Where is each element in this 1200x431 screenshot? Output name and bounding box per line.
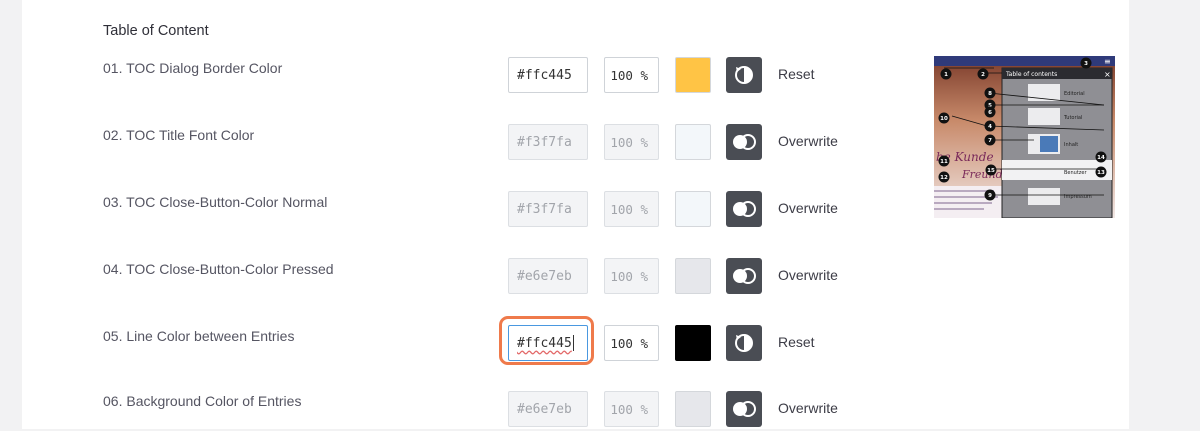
color-swatch [675,191,711,227]
opacity-input[interactable]: 100 % [604,191,659,227]
preview-marker: 8 [988,91,992,97]
color-setting-row: 05. Line Color between Entries #ffc445 1… [0,325,1200,365]
setting-label: 02. TOC Title Font Color [103,127,255,143]
hex-input[interactable]: #ffc445 [508,57,588,93]
hex-input[interactable]: #e6e7eb [508,258,588,294]
toc-preview-illustration: be Kunde Freund Table of contents × ≡ Ed… [934,56,1115,218]
preview-marker: 13 [1097,170,1105,176]
reset-icon [735,66,753,84]
setting-label: 06. Background Color of Entries [103,393,302,409]
color-swatch [675,391,711,427]
hex-input[interactable]: #f3f7fa [508,191,588,227]
preview-close-glyph: × [1104,70,1111,79]
reset-button[interactable]: Reset [778,66,815,82]
hex-input[interactable]: #e6e7eb [508,391,588,427]
preview-entry: Inhalt [1064,142,1078,148]
preview-marker: 3 [1084,61,1088,67]
reset-toggle-button[interactable] [726,325,762,361]
preview-marker: 14 [1097,155,1105,161]
color-swatch[interactable] [675,325,711,361]
opacity-input[interactable]: 100 % [604,258,659,294]
overwrite-button[interactable]: Overwrite [778,200,838,216]
preview-marker: 11 [940,159,948,165]
toggle-icon [733,134,756,150]
opacity-input[interactable]: 100 % [604,325,659,361]
preview-marker: 7 [988,138,992,144]
section-title: Table of Content [103,23,209,39]
preview-menu-glyph: ≡ [1104,57,1111,66]
color-swatch[interactable] [675,57,711,93]
preview-entry: Editorial [1064,91,1085,97]
hex-input[interactable]: #ffc445 [508,325,588,361]
toggle-icon [733,268,756,284]
overwrite-button[interactable]: Overwrite [778,133,838,149]
overwrite-button[interactable]: Overwrite [778,400,838,416]
preview-header-text: Table of contents [1005,71,1057,78]
setting-label: 05. Line Color between Entries [103,328,295,344]
overwrite-toggle-button[interactable] [726,124,762,160]
opacity-input[interactable]: 100 % [604,124,659,160]
reset-button[interactable]: Reset [778,334,815,350]
preview-marker: 10 [940,116,948,122]
opacity-input[interactable]: 100 % [604,391,659,427]
overwrite-toggle-button[interactable] [726,391,762,427]
setting-label: 03. TOC Close-Button-Color Normal [103,194,328,210]
color-setting-row: 04. TOC Close-Button-Color Pressed #e6e7… [0,258,1200,298]
hex-input[interactable]: #f3f7fa [508,124,588,160]
preview-marker: 6 [988,110,992,116]
toggle-icon [733,201,756,217]
setting-label: 04. TOC Close-Button-Color Pressed [103,261,334,277]
setting-label: 01. TOC Dialog Border Color [103,60,283,76]
opacity-input[interactable]: 100 % [604,57,659,93]
overwrite-toggle-button[interactable] [726,191,762,227]
color-setting-row: 06. Background Color of Entries #e6e7eb … [0,391,1200,431]
preview-marker: 2 [981,72,985,78]
overwrite-button[interactable]: Overwrite [778,267,838,283]
toc-preview-image: be Kunde Freund Table of contents × ≡ Ed… [934,56,1115,218]
preview-marker: 15 [987,168,995,174]
color-swatch [675,258,711,294]
preview-marker: 12 [940,175,948,181]
preview-marker: 9 [988,193,992,199]
reset-toggle-button[interactable] [726,57,762,93]
toggle-icon [733,401,756,417]
preview-entry: Benutzer [1064,170,1088,176]
overwrite-toggle-button[interactable] [726,258,762,294]
preview-entry: Tutorial [1063,115,1082,121]
preview-marker: 1 [944,72,948,78]
preview-marker: 4 [988,124,992,130]
color-swatch [675,124,711,160]
text-cursor [572,335,574,351]
reset-icon [735,334,753,352]
